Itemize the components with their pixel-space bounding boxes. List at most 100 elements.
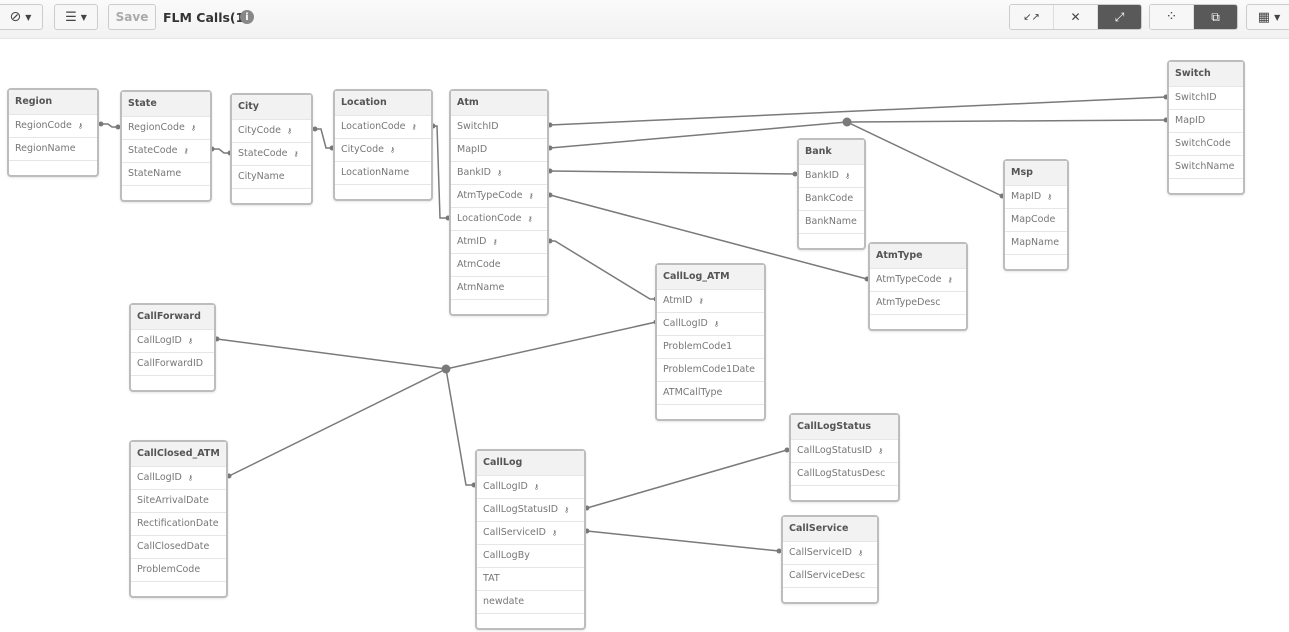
table-state[interactable]: State RegionCode ⚷ StateCode ⚷ StateName	[120, 90, 212, 202]
field-row[interactable]: MapName	[1005, 231, 1067, 254]
table-callforward[interactable]: CallForward CallLogID ⚷ CallForwardID	[129, 303, 216, 392]
field-name: CallLogID	[137, 472, 182, 483]
field-row[interactable]: SwitchCode	[1169, 132, 1243, 155]
field-row[interactable]: MapID	[1169, 109, 1243, 132]
field-row[interactable]: CallServiceID ⚷	[783, 541, 877, 564]
field-row[interactable]: CallServiceDesc	[783, 564, 877, 587]
table-callservice[interactable]: CallService CallServiceID ⚷ CallServiceDesc	[781, 515, 879, 604]
field-row[interactable]: RectificationDate	[131, 512, 226, 535]
table-header[interactable]: CallForward	[131, 305, 214, 329]
table-header[interactable]: Switch	[1169, 62, 1243, 86]
field-row[interactable]: ATMCallType	[657, 381, 764, 404]
table-footer	[122, 185, 210, 200]
table-header[interactable]: CallClosed_ATM	[131, 442, 226, 466]
field-name: AtmName	[457, 282, 505, 293]
table-region[interactable]: Region RegionCode ⚷ RegionName	[7, 88, 99, 177]
table-city[interactable]: City CityCode ⚷ StateCode ⚷ CityName	[230, 93, 313, 205]
field-row[interactable]: AtmTypeCode ⚷	[870, 268, 966, 291]
field-row[interactable]: MapCode	[1005, 208, 1067, 231]
table-header[interactable]: CallService	[783, 517, 877, 541]
table-location[interactable]: Location LocationCode ⚷ CityCode ⚷ LocationNa…	[333, 89, 433, 201]
field-row[interactable]: AtmTypeDesc	[870, 291, 966, 314]
table-header[interactable]: Region	[9, 90, 97, 114]
table-header[interactable]: Atm	[451, 91, 547, 115]
field-row[interactable]: CityCode ⚷	[335, 138, 431, 161]
field-row[interactable]: LocationCode ⚷	[451, 207, 547, 230]
field-row[interactable]: CallLogStatusID ⚷	[791, 439, 898, 462]
field-row[interactable]: ProblemCode1Date	[657, 358, 764, 381]
table-header[interactable]: CallLogStatus	[791, 415, 898, 439]
field-row[interactable]: LocationName	[335, 161, 431, 184]
table-switch[interactable]: Switch SwitchID MapID SwitchCode SwitchName	[1167, 60, 1245, 195]
field-row[interactable]: CallLogID ⚷	[131, 329, 214, 352]
table-msp[interactable]: Msp MapID ⚷ MapCode MapName	[1003, 159, 1069, 271]
field-name: CityName	[238, 171, 285, 182]
table-header[interactable]: CallLog_ATM	[657, 265, 764, 289]
table-calllogstatus[interactable]: CallLogStatus CallLogStatusID ⚷ CallLogStat…	[789, 413, 900, 502]
field-name: BankID	[805, 170, 839, 181]
table-header[interactable]: State	[122, 92, 210, 116]
field-name: CallLogStatusDesc	[797, 468, 886, 479]
field-row[interactable]: CallLogStatusDesc	[791, 462, 898, 485]
field-row[interactable]: BankID ⚷	[799, 164, 864, 187]
field-row[interactable]: CallLogStatusID ⚷	[477, 498, 584, 521]
table-bank[interactable]: Bank BankID ⚷ BankCode BankName	[797, 138, 866, 250]
field-row[interactable]: TAT	[477, 567, 584, 590]
field-name: CallLogID	[483, 481, 528, 492]
field-name: SwitchID	[1175, 92, 1217, 103]
field-row[interactable]: AtmTypeCode ⚷	[451, 184, 547, 207]
field-row[interactable]: ProblemCode	[131, 558, 226, 581]
field-row[interactable]: StateName	[122, 162, 210, 185]
field-row[interactable]: AtmCode	[451, 253, 547, 276]
table-header[interactable]: Bank	[799, 140, 864, 164]
field-row[interactable]: StateCode ⚷	[232, 142, 311, 165]
table-header[interactable]: Msp	[1005, 161, 1067, 185]
field-row[interactable]: AtmID ⚷	[451, 230, 547, 253]
field-row[interactable]: MapID	[451, 138, 547, 161]
field-row[interactable]: CityCode ⚷	[232, 119, 311, 142]
key-icon: ⚷	[527, 215, 533, 223]
field-row[interactable]: BankName	[799, 210, 864, 233]
field-row[interactable]: CallClosedDate	[131, 535, 226, 558]
field-row[interactable]: CallForwardID	[131, 352, 214, 375]
field-row[interactable]: LocationCode ⚷	[335, 115, 431, 138]
link-callforward-hub	[216, 338, 447, 370]
link-atm-bank	[549, 170, 796, 175]
table-header[interactable]: City	[232, 95, 311, 119]
field-row[interactable]: AtmID ⚷	[657, 289, 764, 312]
field-row[interactable]: RegionName	[9, 137, 97, 160]
key-icon: ⚷	[878, 447, 884, 455]
table-atm[interactable]: Atm SwitchID MapID BankID ⚷ AtmTypeCode ⚷ Locat…	[449, 89, 549, 316]
field-row[interactable]: RegionCode ⚷	[9, 114, 97, 137]
field-row[interactable]: AtmName	[451, 276, 547, 299]
field-row[interactable]: BankCode	[799, 187, 864, 210]
table-atmtype[interactable]: AtmType AtmTypeCode ⚷ AtmTypeDesc	[868, 242, 968, 331]
field-row[interactable]: RegionCode ⚷	[122, 116, 210, 139]
table-callclosed-atm[interactable]: CallClosed_ATM CallLogID ⚷ SiteArrivalDate R…	[129, 440, 228, 598]
field-row[interactable]: CityName	[232, 165, 311, 188]
field-row[interactable]: StateCode ⚷	[122, 139, 210, 162]
key-icon: ⚷	[857, 549, 864, 557]
field-name: AtmCode	[457, 259, 501, 270]
table-calllog-atm[interactable]: CallLog_ATM AtmID ⚷ CallLogID ⚷ ProblemCode1 P…	[655, 263, 766, 421]
field-row[interactable]: CallLogBy	[477, 544, 584, 567]
field-row[interactable]: MapID ⚷	[1005, 185, 1067, 208]
field-row[interactable]: CallLogID ⚷	[657, 312, 764, 335]
field-row[interactable]: SwitchID	[451, 115, 547, 138]
field-row[interactable]: CallLogID ⚷	[477, 475, 584, 498]
field-row[interactable]: CallServiceID ⚷	[477, 521, 584, 544]
table-header[interactable]: Location	[335, 91, 431, 115]
field-row[interactable]: SiteArrivalDate	[131, 489, 226, 512]
link-calllog-atm-hub	[445, 321, 657, 370]
table-footer	[783, 587, 877, 602]
field-row[interactable]: CallLogID ⚷	[131, 466, 226, 489]
field-row[interactable]: SwitchName	[1169, 155, 1243, 178]
table-header[interactable]: AtmType	[870, 244, 966, 268]
field-row[interactable]: SwitchID	[1169, 86, 1243, 109]
table-header[interactable]: CallLog	[477, 451, 584, 475]
field-row[interactable]: ProblemCode1	[657, 335, 764, 358]
table-calllog[interactable]: CallLog CallLogID ⚷ CallLogStatusID ⚷ CallSer…	[475, 449, 586, 630]
field-row[interactable]: newdate	[477, 590, 584, 613]
field-name: MapCode	[1011, 214, 1056, 225]
field-row[interactable]: BankID ⚷	[451, 161, 547, 184]
